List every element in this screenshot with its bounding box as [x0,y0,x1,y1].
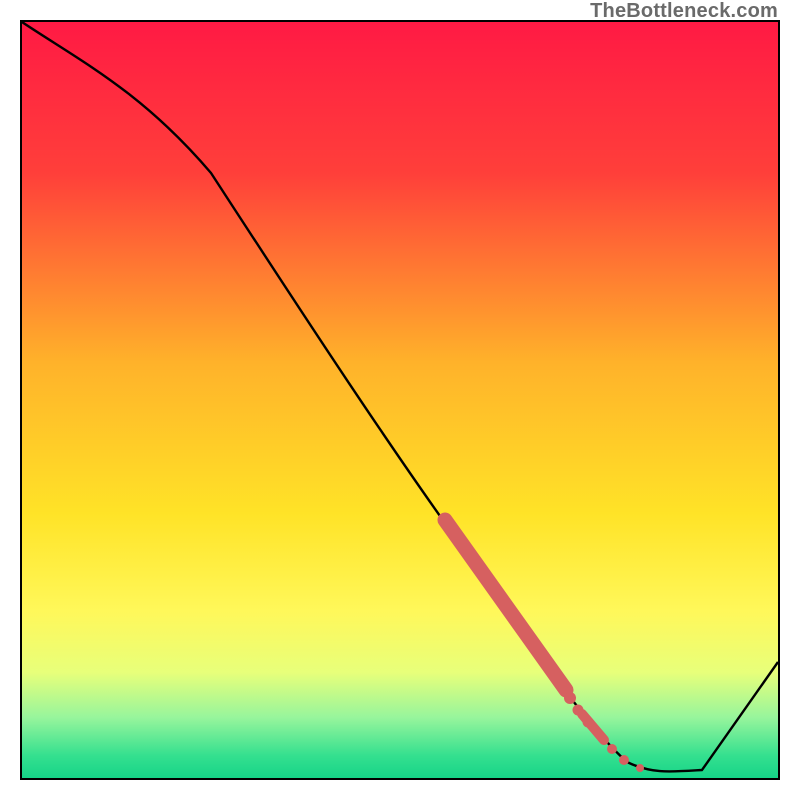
curve-layer [22,22,778,778]
marker-cluster [445,520,644,772]
plot-frame [20,20,780,780]
chart-canvas: TheBottleneck.com [0,0,800,800]
bottleneck-curve [22,22,778,772]
